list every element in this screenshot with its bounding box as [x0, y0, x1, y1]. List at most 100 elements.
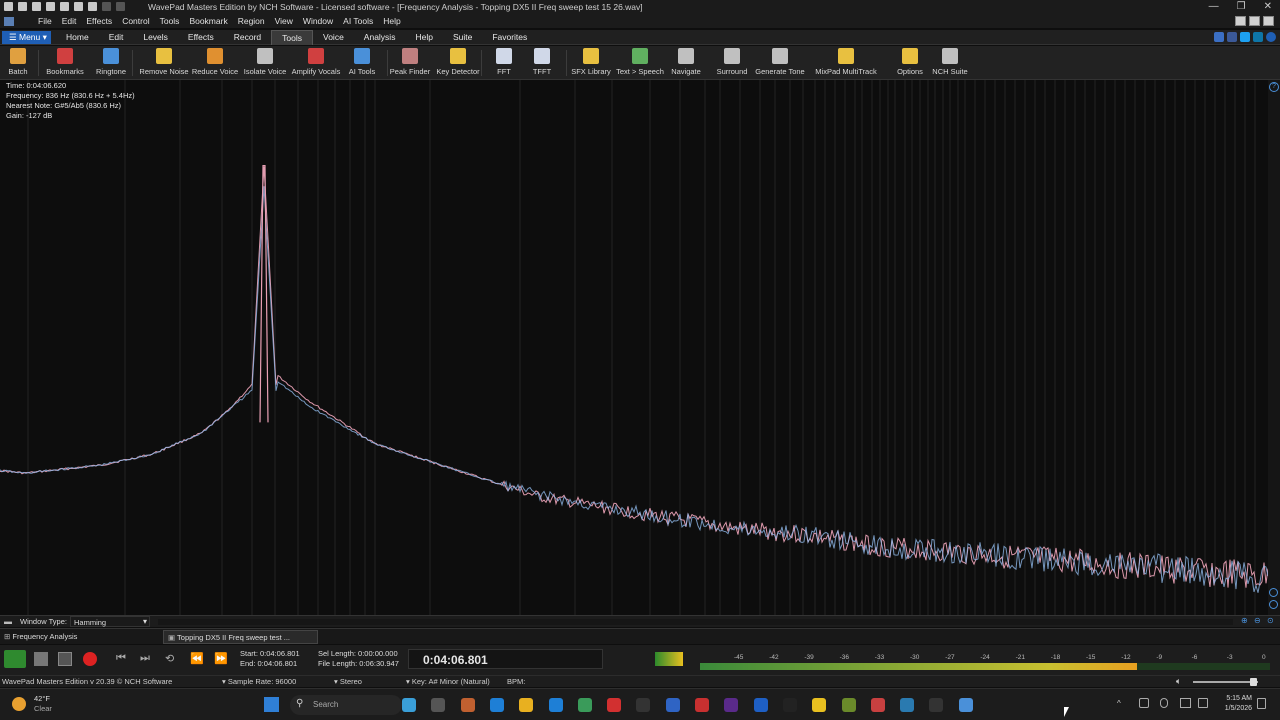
menu-ai-tools[interactable]: AI Tools	[338, 16, 378, 26]
menu-control[interactable]: Control	[117, 16, 154, 26]
menu-effects[interactable]: Effects	[81, 16, 117, 26]
taskbar-clock[interactable]: 5:15 AM 1/5/2026	[1218, 694, 1252, 714]
tab-record[interactable]: Record	[224, 30, 271, 45]
speaker-icon[interactable]: 🔈︎	[1176, 676, 1181, 687]
onedrive-icon[interactable]	[1139, 698, 1149, 708]
taskbar-app-green-icon[interactable]	[577, 698, 592, 712]
window-type-select[interactable]: Hamming ▾	[70, 616, 150, 627]
volume-slider-thumb[interactable]	[1250, 678, 1257, 686]
menu-bookmark[interactable]: Bookmark	[184, 16, 232, 26]
windows-start-icon[interactable]	[264, 697, 279, 712]
facebook-icon[interactable]	[1227, 32, 1237, 42]
taskbar-file-explorer-icon[interactable]	[519, 698, 534, 712]
save-icon[interactable]	[46, 2, 55, 11]
taskbar-app-purple-icon[interactable]	[724, 698, 739, 712]
tab-analysis[interactable]: Analysis	[354, 30, 406, 45]
taskbar-app-orange-icon[interactable]	[870, 698, 885, 712]
taskbar-edge-icon[interactable]	[489, 698, 504, 712]
menu-window[interactable]: Window	[298, 16, 338, 26]
tab-levels[interactable]: Levels	[133, 30, 178, 45]
taskbar-youtube-icon[interactable]	[607, 698, 622, 712]
taskbar-app-blue-icon[interactable]	[958, 698, 973, 712]
taskbar-app-star-icon[interactable]	[812, 698, 827, 712]
paste-icon[interactable]	[88, 2, 97, 11]
linkedin-icon[interactable]	[1253, 32, 1263, 42]
volume-slider[interactable]	[1193, 681, 1258, 683]
play-button[interactable]	[4, 650, 26, 668]
channels[interactable]: ▾ Stereo	[334, 677, 362, 686]
frequency-analysis-plot[interactable]	[0, 80, 1268, 615]
mdi-minimize-icon[interactable]	[1235, 16, 1246, 26]
cut-icon[interactable]	[60, 2, 69, 11]
menu-region[interactable]: Region	[233, 16, 270, 26]
new-file-icon[interactable]	[18, 2, 27, 11]
plot-help-icon[interactable]: ?	[1269, 82, 1279, 92]
microphone-icon[interactable]	[1160, 698, 1168, 708]
tab-edit[interactable]: Edit	[99, 30, 134, 45]
taskbar-word-icon[interactable]	[753, 698, 768, 712]
taskbar-app-cyan-icon[interactable]	[900, 698, 915, 712]
volume-tray-icon[interactable]	[1198, 698, 1208, 708]
taskbar-search[interactable]: ⚲ Search	[290, 695, 402, 715]
frequency-analysis-tab[interactable]: ⊞ Frequency Analysis	[4, 632, 77, 641]
skip-start-button[interactable]: ⏮	[116, 652, 130, 666]
taskbar-chrome-icon[interactable]	[782, 698, 797, 712]
menu-view[interactable]: View	[270, 16, 298, 26]
tab-home[interactable]: Home	[56, 30, 99, 45]
fast-forward-button[interactable]: ⏩	[214, 652, 228, 666]
tool-nch-suite-button[interactable]: NCH Suite	[920, 48, 980, 76]
skip-end-button[interactable]: ⏭	[140, 652, 154, 666]
taskbar-wavepad-icon[interactable]	[929, 698, 944, 712]
help-icon[interactable]	[1266, 32, 1276, 42]
twitter-icon[interactable]	[1240, 32, 1250, 42]
app-menu-icon[interactable]	[4, 17, 14, 26]
horizontal-scrollbar[interactable]	[158, 619, 1233, 625]
taskbar-task-view-icon[interactable]	[431, 698, 446, 712]
menu-help[interactable]: Help	[378, 16, 405, 26]
weather-icon[interactable]	[12, 697, 26, 711]
thumbs-up-icon[interactable]	[1214, 32, 1224, 42]
stop-button[interactable]	[34, 652, 48, 666]
taskbar-widgets-icon[interactable]	[402, 698, 416, 712]
loop-button[interactable]: ⟲	[165, 652, 179, 666]
undo-icon[interactable]	[102, 2, 111, 11]
tab-effects[interactable]: Effects	[178, 30, 224, 45]
tool-mixpad-button[interactable]: MixPad MultiTrack	[815, 48, 877, 76]
record-button[interactable]	[83, 652, 97, 666]
taskbar-app-live-icon[interactable]	[841, 698, 856, 712]
rewind-button[interactable]: ⏪	[190, 652, 204, 666]
h-zoom-in-icon[interactable]: ⊕	[1241, 616, 1248, 625]
redo-icon[interactable]	[116, 2, 125, 11]
file-tab[interactable]: ▣ Topping DX5 II Freq sweep test ...	[163, 630, 318, 644]
tray-chevron-icon[interactable]: ^	[1117, 699, 1121, 708]
menu-tools[interactable]: Tools	[155, 16, 185, 26]
taskbar-outlook-icon[interactable]	[665, 698, 680, 712]
tab-voice[interactable]: Voice	[313, 30, 354, 45]
close-icon[interactable]: ✕	[1264, 1, 1272, 12]
play-loop-button[interactable]	[58, 652, 72, 666]
tab-suite[interactable]: Suite	[443, 30, 482, 45]
notifications-icon[interactable]	[1257, 698, 1266, 709]
mdi-close-icon[interactable]	[1263, 16, 1274, 26]
tab-favorites[interactable]: Favorites	[482, 30, 537, 45]
h-zoom-fit-icon[interactable]: ⊙	[1267, 616, 1274, 625]
h-zoom-out-icon[interactable]: ⊖	[1254, 616, 1261, 625]
mdi-restore-icon[interactable]	[1249, 16, 1260, 26]
tab-help[interactable]: Help	[405, 30, 442, 45]
level-meter-icon[interactable]	[655, 652, 683, 666]
zoom-out-icon[interactable]	[1269, 600, 1278, 609]
taskbar-tiktok-icon[interactable]	[636, 698, 651, 712]
key-detect[interactable]: ▾ Key: A# Minor (Natural)	[406, 677, 490, 686]
vertical-scrollbar[interactable]: ?	[1268, 80, 1280, 615]
menu-button[interactable]: ☰ Menu ▾	[2, 31, 51, 44]
taskbar-browser-1-icon[interactable]	[460, 698, 475, 712]
sample-rate[interactable]: ▾ Sample Rate: 96000	[222, 677, 296, 686]
open-folder-icon[interactable]	[32, 2, 41, 11]
restore-icon[interactable]: ❐	[1237, 1, 1246, 12]
tool-generate-tone-button[interactable]: Generate Tone	[750, 48, 810, 76]
network-icon[interactable]	[1180, 698, 1191, 708]
minimize-icon[interactable]: —	[1209, 1, 1219, 12]
taskbar-app-red-icon[interactable]	[695, 698, 709, 712]
zoom-in-icon[interactable]	[1269, 588, 1278, 597]
tab-tools[interactable]: Tools	[271, 30, 313, 45]
